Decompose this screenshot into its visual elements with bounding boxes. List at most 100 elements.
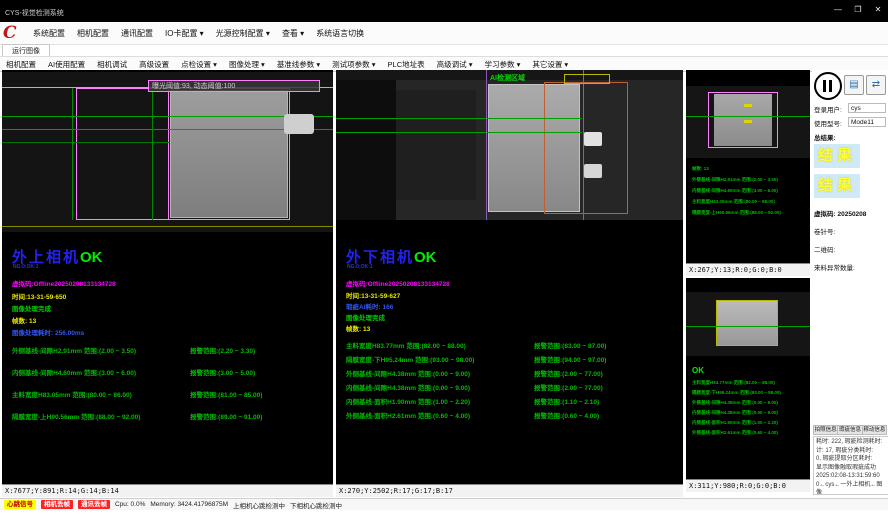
tab-uptime-info[interactable]: 稼动信息: [862, 425, 887, 435]
close-icon[interactable]: ✕: [871, 4, 885, 16]
tab-photo-info[interactable]: 拍照信息: [813, 425, 837, 435]
tab-defect-info[interactable]: 瑕疵信息: [837, 425, 861, 435]
overlay-green-vline-2: [152, 88, 153, 220]
window-controls: — ❐ ✕: [831, 4, 885, 16]
thumb-measure-row: 外侧基线-间隙H2.91mm 范围:(2.00 ~ 3.50): [692, 177, 808, 183]
lower-camera-heartbeat: 下相机心跳检测中: [290, 500, 342, 510]
tool-ai-config[interactable]: AI使用配置: [42, 59, 91, 70]
measure-alarm: 报警范围:(89.00 ~ 91.00): [190, 411, 262, 421]
tool-learning-params[interactable]: 学习参数 ▾: [478, 59, 526, 70]
tool-camera-debug[interactable]: 相机调试: [91, 59, 133, 70]
thumb-measure-row: 隔膜宽度-上H90.56mm 范围:(88.00 ~ 92.00): [692, 210, 808, 216]
overlay-bright-spot-2: [584, 164, 602, 178]
tool-baseline-params[interactable]: 基准线参数 ▾: [271, 59, 326, 70]
barcode-label: 虚拟码: 20250208: [814, 208, 866, 218]
tool-camera-config[interactable]: 相机配置: [0, 59, 42, 70]
thumb-measure-row: 内侧基线-面积H1.90mm 范围:(1.00 ~ 2.20): [692, 420, 808, 426]
thumb-measure-row: 外侧基线-面积H2.61mm 范围:(0.60 ~ 4.00): [692, 430, 808, 436]
tool-advanced-settings[interactable]: 高级设置: [133, 59, 175, 70]
tool-advanced-debug[interactable]: 高级调试 ▾: [431, 59, 479, 70]
measure-main: 外侧基线-间隙H4.38mm 范围:(0.00 ~ 9.00): [346, 371, 470, 378]
measure-row: 隔膜宽度-上H90.56mm 范围:(88.00 ~ 92.00) 报警范围:(…: [12, 411, 332, 421]
measure-main: 主料宽度H83.77mm 范围:(82.00 ~ 88.00): [346, 343, 466, 350]
measure-row: 内侧基线-面积H1.90mm 范围:(1.00 ~ 2.20) 报警范围:(1.…: [346, 396, 666, 406]
overlay-bright-spot-1: [584, 132, 602, 146]
title-bar: CYS-视觉检测系统 — ❐ ✕: [0, 0, 888, 22]
measure-row: 外侧基线-间隙H2.91mm 范围:(2.00 ~ 3.50) 报警范围:(2.…: [12, 345, 332, 355]
measure-alarm: 报警范围:(0.60 ~ 4.00): [534, 410, 599, 420]
overlay-yellow-mark-2: [744, 120, 752, 123]
needle-number-label: 卷针号:: [814, 226, 835, 236]
thumbnail-image-lower[interactable]: [686, 292, 810, 356]
measure-alarm: 报警范围:(94.00 ~ 97.00): [534, 354, 606, 364]
login-user-field[interactable]: cys: [848, 103, 886, 113]
upper-camera-heartbeat: 上相机心跳检测中: [233, 500, 285, 510]
camera-subcaption: NG:0;OK:1: [347, 264, 373, 270]
heartbeat-badge: 心跳信号: [4, 500, 36, 509]
tool-image-processing[interactable]: 图像处理 ▾: [223, 59, 271, 70]
info-log-text: 耗时: 222, 瑕疵检测耗时: 计: 17, 瑕疵分类耗时: 0, 瑕疵提取分…: [813, 436, 888, 495]
process-done-line: 图像处理完成: [346, 312, 385, 322]
menu-language-switch[interactable]: 系统语言切换: [310, 28, 370, 39]
tool-other-settings[interactable]: 其它设置 ▾: [526, 59, 574, 70]
model-field[interactable]: Mode11: [848, 117, 886, 127]
info-tabs: 拍照信息 瑕疵信息 稼动信息: [813, 425, 887, 435]
measure-alarm: 报警范围:(2.00 ~ 77.00): [534, 368, 603, 378]
result-box-lower: 结果: [814, 174, 860, 198]
pause-button[interactable]: [814, 72, 842, 100]
upper-camera-panel: 曝光阈值:93, 动态阈值:100 外上相机OK NG:0;OK:1 虚拟码:O…: [2, 70, 333, 497]
barcode-label-text: 虚拟码:: [814, 211, 836, 218]
thumbnail-panel-upper: 帧数: 13 外侧基线-间隙H2.91mm 范围:(2.00 ~ 3.50) 内…: [686, 70, 810, 276]
overlay-orange-roi: [544, 82, 628, 214]
status-bar: 心跳信号 相机丢帧 通讯丢帧 Cpu: 0.0% Memory: 3424.41…: [0, 498, 888, 510]
frame-count-line: 帧数: 13: [12, 315, 36, 325]
measure-row: 主料宽度H83.77mm 范围:(82.00 ~ 88.00) 报警范围:(83…: [346, 340, 666, 350]
menu-system-config[interactable]: 系统配置: [27, 28, 71, 39]
menu-view[interactable]: 查看 ▾: [276, 28, 310, 39]
model-label: 使用型号:: [814, 118, 842, 128]
overlay-magenta-roi-inner: [168, 88, 290, 220]
menu-camera-config[interactable]: 相机配置: [71, 28, 115, 39]
measure-alarm: 报警范围:(2.00 ~ 77.00): [534, 382, 603, 392]
menu-comm-config[interactable]: 通讯配置: [115, 28, 159, 39]
camera-view-icon[interactable]: ▤: [844, 75, 864, 95]
overlay-green-line: [686, 326, 810, 327]
ai-region-label: AI检测区域: [490, 73, 525, 83]
overlay-violet-vline-1: [486, 70, 487, 220]
measure-row: 主料宽度H83.05mm 范围:(80.00 ~ 86.00) 报警范围:(81…: [12, 389, 332, 399]
overlay-dark-column: [336, 70, 396, 220]
thumbnail-image-upper[interactable]: [686, 86, 810, 158]
thumb-measure-row: 隔膜宽度-下H95.24mm 范围:(93.00 ~ 98.00): [692, 390, 808, 396]
io-toggle-icon[interactable]: ⇄: [866, 75, 886, 95]
overlay-green-line-1: [336, 118, 582, 119]
window-title: CYS-视觉检测系统: [5, 8, 64, 18]
cpu-usage: Cpu: 0.0%: [115, 501, 145, 508]
abnormal-count-label: 来料异常数量:: [814, 262, 855, 272]
thumb-measure-row: 内侧基线-间隙H4.60mm 范围:(3.00 ~ 6.00): [692, 188, 808, 194]
tool-spot-check[interactable]: 点检设置 ▾: [175, 59, 223, 70]
maximize-icon[interactable]: ❐: [851, 4, 865, 16]
minimize-icon[interactable]: —: [831, 4, 845, 16]
upper-camera-image[interactable]: 曝光阈值:93, 动态阈值:100: [2, 72, 333, 232]
measure-main: 内侧基线-间隙H4.38mm 范围:(0.00 ~ 9.00): [346, 385, 470, 392]
camera-subcaption: NG:0;OK:1: [13, 264, 39, 270]
tool-plc-address[interactable]: PLC地址表: [382, 59, 431, 70]
sidebar: ▤ ⇄ 登录用户: cys 使用型号: Mode11 总结果: 结果 结果 虚拟…: [812, 70, 888, 498]
measure-row: 内侧基线-间隙H4.38mm 范围:(0.00 ~ 9.00) 报警范围:(2.…: [346, 382, 666, 392]
memory-usage: Memory: 3424.41796875M: [150, 501, 228, 508]
barcode-line: 虚拟码:Offline20250208133134728: [346, 278, 450, 288]
thumb-status: OK: [692, 366, 808, 375]
thumb-measure-row: 主料宽度H83.77mm 范围:(82.00 ~ 88.00): [692, 380, 808, 386]
measure-alarm: 报警范围:(2.20 ~ 3.30): [190, 345, 255, 355]
overlay-yellow-line-bottom: [2, 226, 333, 227]
process-time-line: 图像处理耗时: 256.00ms: [12, 327, 84, 337]
lower-camera-image[interactable]: AI检测区域: [336, 70, 683, 220]
menu-light-config[interactable]: 光源控制配置 ▾: [210, 28, 276, 39]
thumb-measure-row: 内侧基线-间隙H4.38mm 范围:(0.00 ~ 9.00): [692, 410, 808, 416]
camera-dropframe-badge: 相机丢帧: [41, 500, 73, 509]
measure-row: 外侧基线-间隙H4.38mm 范围:(0.00 ~ 9.00) 报警范围:(2.…: [346, 368, 666, 378]
menu-io-config[interactable]: IO卡配置 ▾: [159, 28, 210, 39]
tool-test-params[interactable]: 测试项参数 ▾: [326, 59, 381, 70]
overlay-green-line: [686, 116, 810, 117]
qr-code-label: 二维码:: [814, 244, 835, 254]
